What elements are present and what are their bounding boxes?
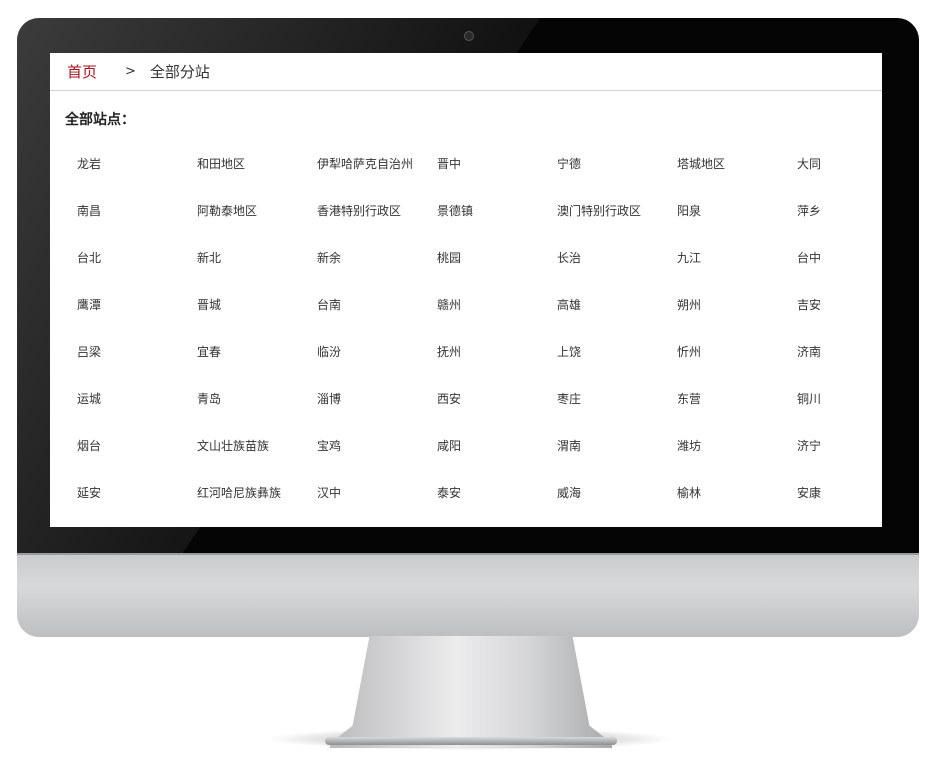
stand-base xyxy=(325,737,617,745)
city-link[interactable]: 赣州 xyxy=(437,298,557,345)
city-link[interactable]: 台中 xyxy=(797,251,882,298)
city-link[interactable]: 香港特别行政区 xyxy=(317,204,437,251)
breadcrumb: 首页 > 全部分站 xyxy=(50,53,882,91)
city-link[interactable]: 东营 xyxy=(677,392,797,439)
camera-icon xyxy=(464,31,474,41)
city-link[interactable]: 阿勒泰地区 xyxy=(197,204,317,251)
screen: 首页 > 全部分站 全部站点： 龙岩 和田地区 伊犁哈萨克自治州 晋中 宁德 塔城地区 大同… xyxy=(50,53,882,527)
city-link[interactable]: 长治 xyxy=(557,251,677,298)
city-link[interactable]: 阳泉 xyxy=(677,204,797,251)
city-link[interactable]: 济宁 xyxy=(797,439,882,486)
city-link[interactable]: 新北 xyxy=(197,251,317,298)
city-link[interactable]: 宝鸡 xyxy=(317,439,437,486)
chin-edge xyxy=(17,553,919,555)
city-link[interactable]: 新余 xyxy=(317,251,437,298)
city-link[interactable]: 枣庄 xyxy=(557,392,677,439)
city-link[interactable]: 鹰潭 xyxy=(77,298,197,345)
city-link[interactable]: 萍乡 xyxy=(797,204,882,251)
breadcrumb-home-link[interactable]: 首页 xyxy=(67,61,97,82)
city-link[interactable]: 晋城 xyxy=(197,298,317,345)
city-link[interactable]: 延安 xyxy=(77,486,197,527)
city-link[interactable]: 桃园 xyxy=(437,251,557,298)
city-link[interactable]: 澳门特别行政区 xyxy=(557,204,677,251)
city-link[interactable]: 汉中 xyxy=(317,486,437,527)
city-link[interactable]: 渭南 xyxy=(557,439,677,486)
city-grid: 龙岩 和田地区 伊犁哈萨克自治州 晋中 宁德 塔城地区 大同 南昌 阿勒泰地区 香港特别行政区 景德… xyxy=(77,157,877,527)
city-link[interactable]: 烟台 xyxy=(77,439,197,486)
city-link[interactable]: 宁德 xyxy=(557,157,677,204)
city-link[interactable]: 塔城地区 xyxy=(677,157,797,204)
city-link[interactable]: 上饶 xyxy=(557,345,677,392)
city-link[interactable]: 济南 xyxy=(797,345,882,392)
breadcrumb-current: 全部分站 xyxy=(149,63,210,81)
section-title: 全部站点： xyxy=(65,112,135,128)
city-link[interactable]: 咸阳 xyxy=(437,439,557,486)
city-link[interactable]: 龙岩 xyxy=(77,157,197,204)
monitor-stand xyxy=(330,636,612,748)
city-link[interactable]: 高雄 xyxy=(557,298,677,345)
city-link[interactable]: 临汾 xyxy=(317,345,437,392)
city-link[interactable]: 宜春 xyxy=(197,345,317,392)
city-link[interactable]: 伊犁哈萨克自治州 xyxy=(317,157,437,204)
city-link[interactable]: 台南 xyxy=(317,298,437,345)
city-link[interactable]: 潍坊 xyxy=(677,439,797,486)
city-link[interactable]: 铜川 xyxy=(797,392,882,439)
city-link[interactable]: 威海 xyxy=(557,486,677,527)
city-link[interactable]: 晋中 xyxy=(437,157,557,204)
city-link[interactable]: 和田地区 xyxy=(197,157,317,204)
city-link[interactable]: 吕梁 xyxy=(77,345,197,392)
city-link[interactable]: 淄博 xyxy=(317,392,437,439)
city-link[interactable]: 运城 xyxy=(77,392,197,439)
city-link[interactable]: 忻州 xyxy=(677,345,797,392)
city-link[interactable]: 九江 xyxy=(677,251,797,298)
city-link[interactable]: 泰安 xyxy=(437,486,557,527)
city-link[interactable]: 青岛 xyxy=(197,392,317,439)
city-link[interactable]: 安康 xyxy=(797,486,882,527)
city-link[interactable]: 台北 xyxy=(77,251,197,298)
city-link[interactable]: 景德镇 xyxy=(437,204,557,251)
city-link[interactable]: 红河哈尼族彝族 xyxy=(197,486,317,527)
city-link[interactable]: 朔州 xyxy=(677,298,797,345)
city-link[interactable]: 西安 xyxy=(437,392,557,439)
monitor-chin xyxy=(17,553,919,637)
city-link[interactable]: 榆林 xyxy=(677,486,797,527)
city-link[interactable]: 南昌 xyxy=(77,204,197,251)
city-link[interactable]: 大同 xyxy=(797,157,882,204)
city-link[interactable]: 抚州 xyxy=(437,345,557,392)
breadcrumb-separator: > xyxy=(125,64,136,79)
city-link[interactable]: 吉安 xyxy=(797,298,882,345)
city-link[interactable]: 文山壮族苗族 xyxy=(197,439,317,486)
